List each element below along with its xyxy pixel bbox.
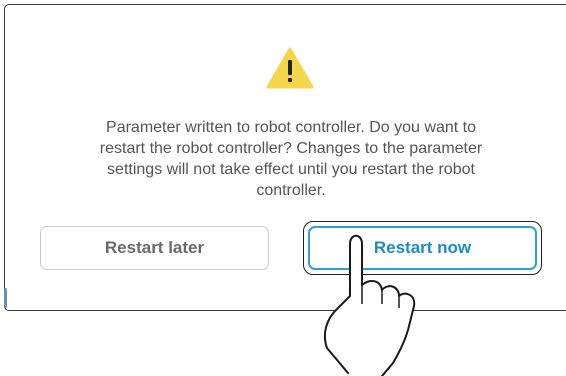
warning-triangle-icon [266, 47, 314, 89]
dialog-edge-accent [4, 288, 7, 308]
dialog-message: Parameter written to robot controller. D… [99, 119, 483, 199]
tapping-hand-icon [323, 234, 416, 376]
restart-later-button[interactable]: Restart later [40, 226, 269, 270]
